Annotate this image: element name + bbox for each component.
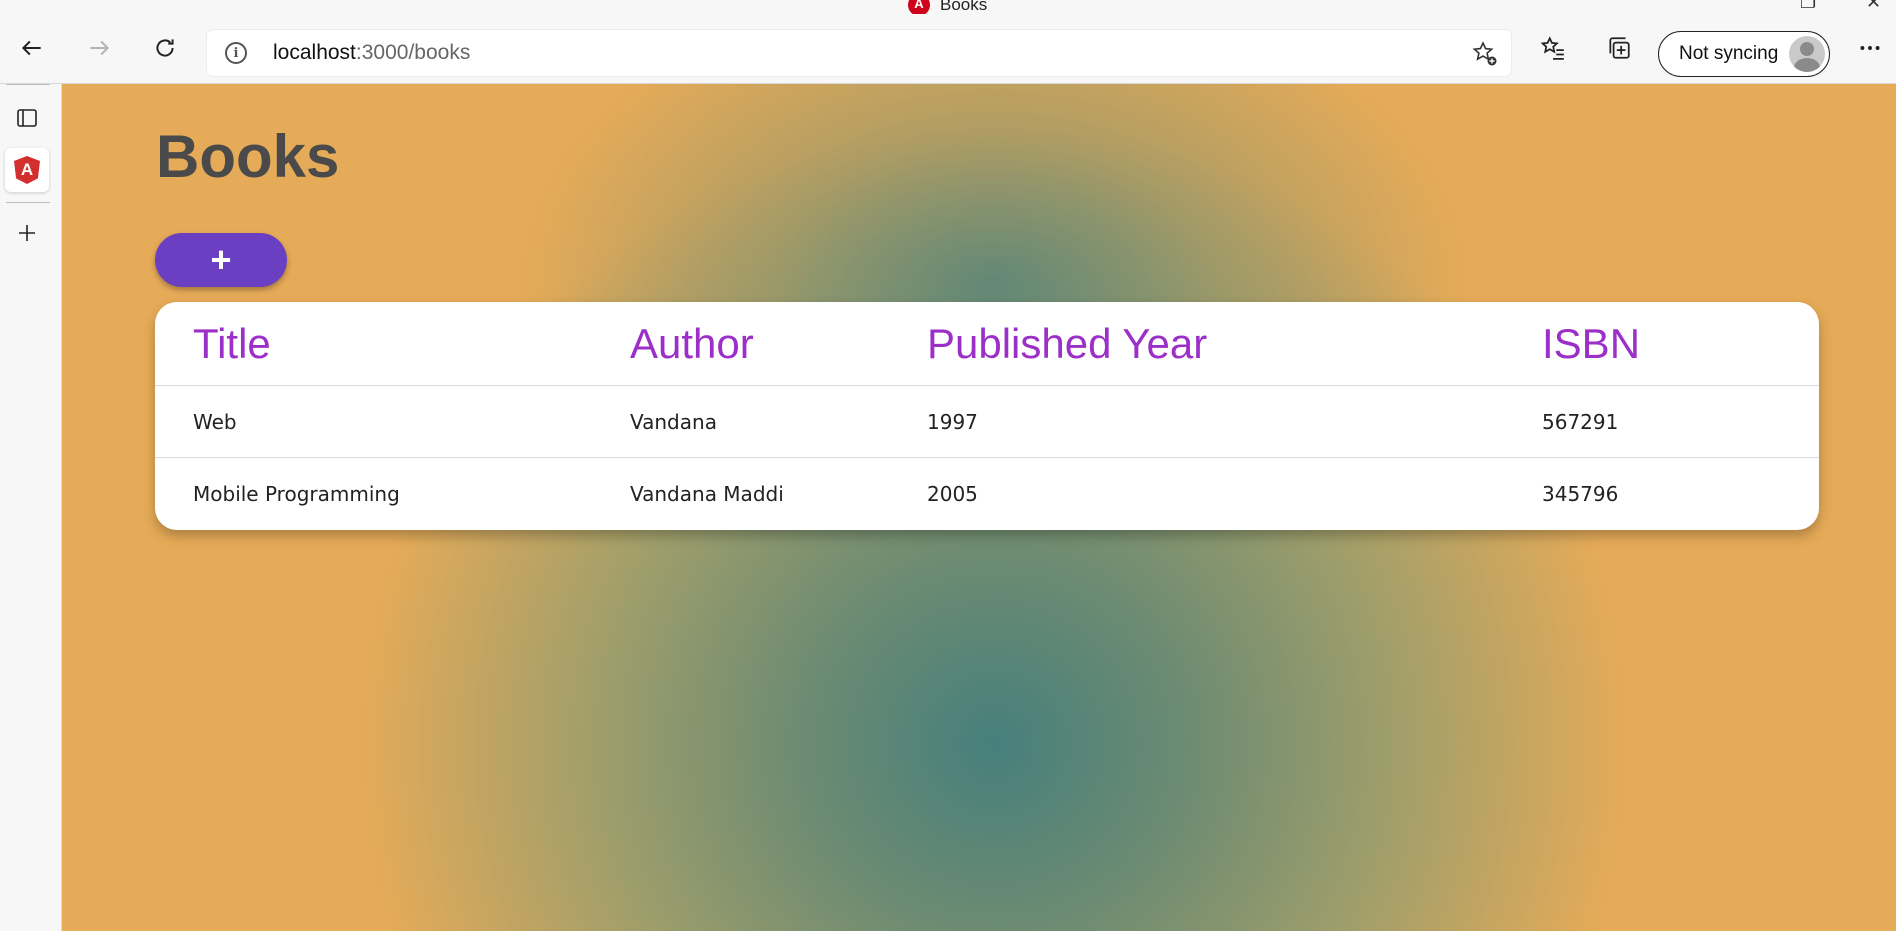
profile-sync-button[interactable]: Not syncing — [1658, 31, 1830, 77]
vertical-tabs-strip: A — [0, 84, 62, 931]
back-icon[interactable] — [10, 26, 54, 70]
cell-title: Web — [193, 409, 237, 434]
cell-published-year: 2005 — [927, 482, 978, 506]
page-viewport: Books + Title Author Published Year ISBN… — [62, 84, 1896, 931]
tab-actions-icon[interactable] — [5, 96, 49, 140]
header-published-year[interactable]: Published Year — [927, 302, 1207, 385]
divider — [6, 202, 50, 203]
site-info-icon[interactable]: i — [225, 42, 247, 64]
add-favorite-icon[interactable] — [1471, 40, 1499, 68]
window-titlebar: Books ❐ ✕ — [0, 0, 1896, 16]
refresh-icon[interactable] — [143, 26, 187, 70]
cell-title: Mobile Programming — [193, 482, 400, 506]
tab-books[interactable]: A — [5, 148, 49, 192]
cell-isbn: 567291 — [1542, 409, 1619, 434]
more-options-icon[interactable] — [1848, 26, 1892, 70]
header-title[interactable]: Title — [193, 302, 271, 385]
new-tab-icon[interactable] — [5, 211, 49, 255]
sync-label: Not syncing — [1679, 43, 1779, 64]
cell-author: Vandana — [630, 409, 717, 434]
address-bar[interactable]: i localhost:3000/books — [207, 30, 1511, 76]
close-window-icon[interactable]: ✕ — [1866, 0, 1881, 13]
cell-author: Vandana Maddi — [630, 482, 784, 506]
browser-toolbar: i localhost:3000/books Not syncing — [0, 14, 1896, 84]
add-book-button[interactable]: + — [155, 233, 287, 287]
cell-isbn: 345796 — [1542, 482, 1619, 506]
page-title: Books — [156, 123, 340, 190]
favorites-icon[interactable] — [1531, 26, 1575, 70]
avatar-icon — [1789, 36, 1825, 72]
books-table: Title Author Published Year ISBN Web Van… — [155, 302, 1819, 530]
table-header-row: Title Author Published Year ISBN — [155, 302, 1819, 386]
url-text[interactable]: localhost:3000/books — [273, 41, 470, 65]
angular-icon: A — [14, 156, 40, 184]
table-row[interactable]: Web Vandana 1997 567291 — [155, 386, 1819, 458]
url-path: :3000/books — [355, 41, 471, 64]
restore-icon[interactable]: ❐ — [1800, 0, 1816, 13]
cell-published-year: 1997 — [927, 409, 978, 434]
collections-icon[interactable] — [1597, 26, 1641, 70]
forward-icon[interactable] — [77, 26, 121, 70]
url-host: localhost — [273, 41, 356, 64]
window-title-text: Books — [940, 0, 988, 14]
header-author[interactable]: Author — [630, 302, 754, 385]
divider — [6, 84, 50, 85]
header-isbn[interactable]: ISBN — [1542, 302, 1640, 385]
table-row[interactable]: Mobile Programming Vandana Maddi 2005 34… — [155, 458, 1819, 530]
